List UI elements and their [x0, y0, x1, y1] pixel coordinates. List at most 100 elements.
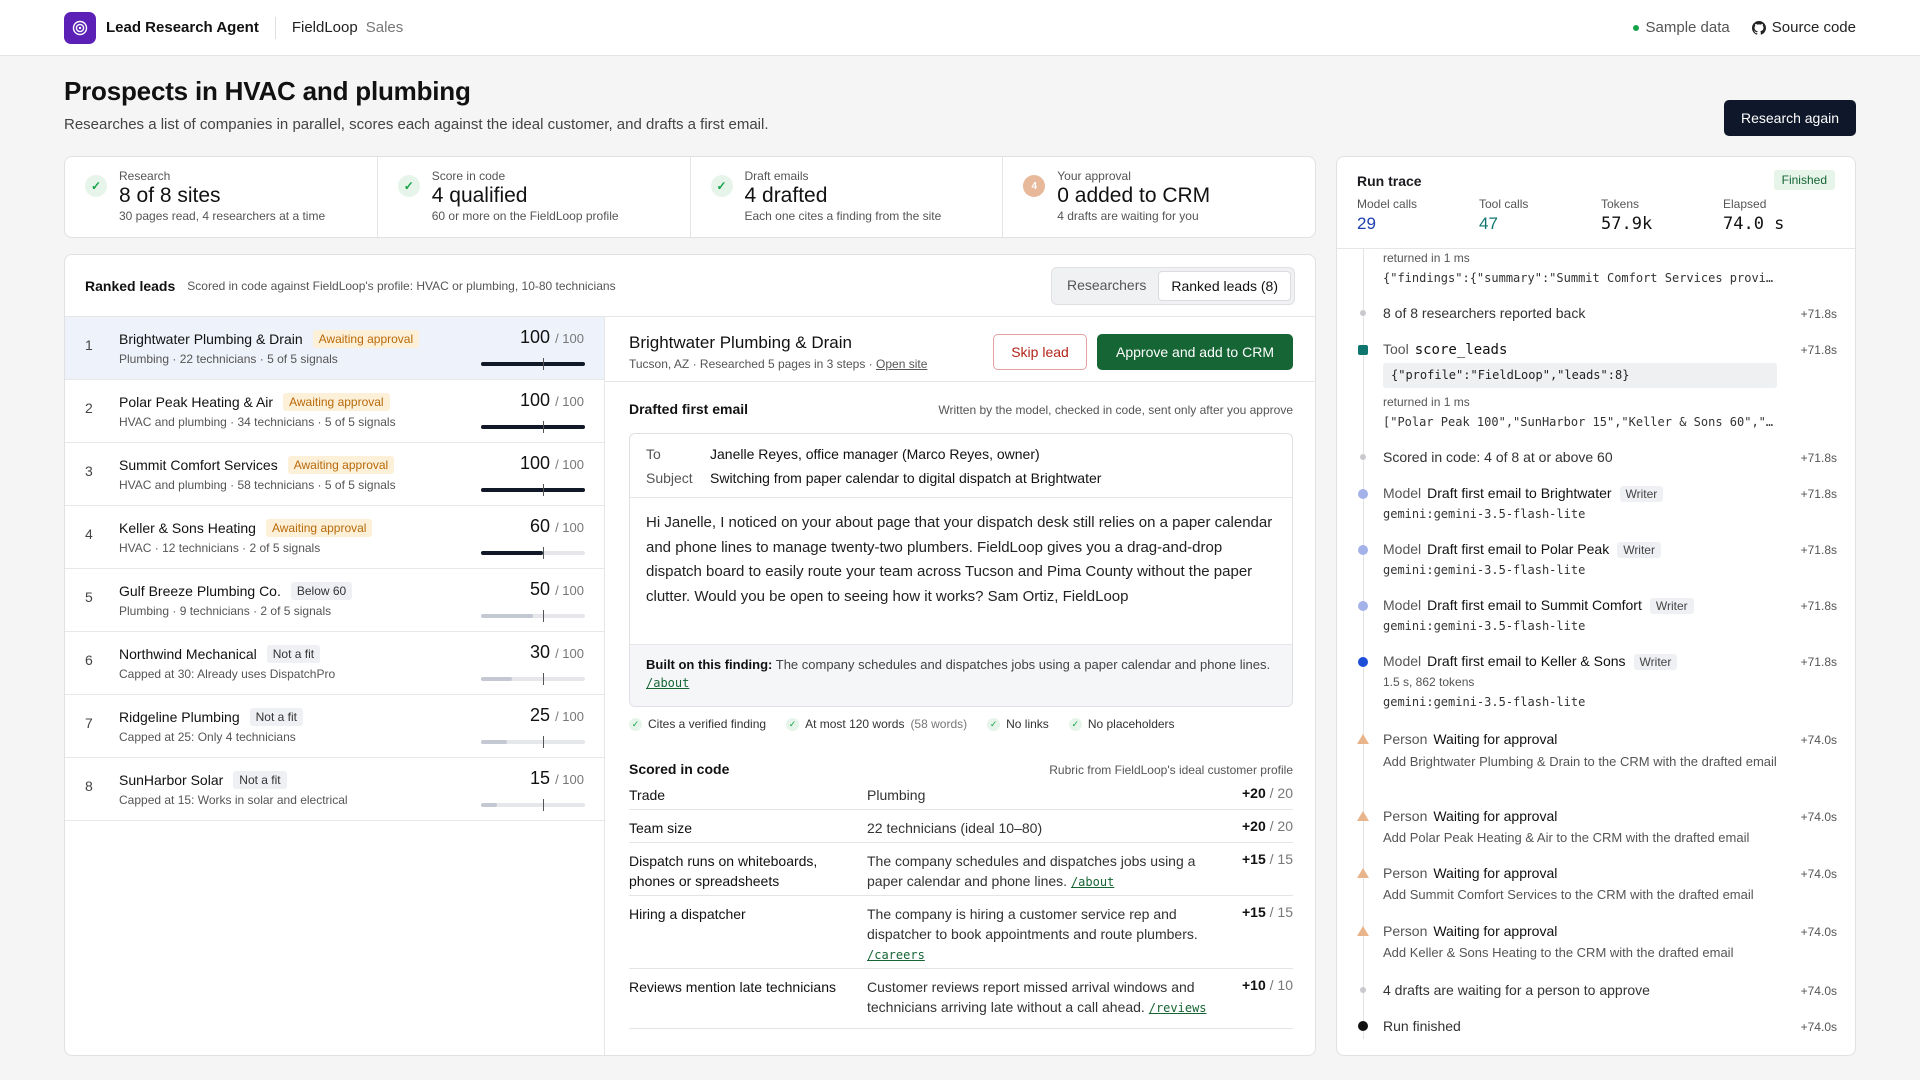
app-name[interactable]: Lead Research Agent [106, 19, 259, 36]
trace-text: Run finished [1383, 1018, 1461, 1034]
finding-link[interactable]: /about [646, 676, 689, 690]
lead-name: Brightwater Plumbing & Drain [629, 333, 852, 352]
lead-row[interactable]: 1 Brightwater Plumbing & Drain Awaiting a… [65, 317, 604, 380]
status-badge: Awaiting approval [312, 330, 420, 348]
person-triangle-icon [1357, 734, 1369, 744]
stat-label: Draft emails [744, 169, 809, 183]
evidence-link[interactable]: /careers [867, 948, 925, 962]
lead-meta: HVAC and plumbing · 34 technicians · 5 o… [119, 415, 396, 429]
check-verified: ✓ Cites a verified finding [629, 717, 766, 731]
model-dot-icon [1358, 545, 1368, 555]
score-max: / 100 [555, 331, 584, 346]
lead-name-line: Northwind Mechanical Not a fit [119, 645, 321, 663]
tab-researchers[interactable]: Researchers [1055, 271, 1158, 301]
score-bar [481, 547, 585, 559]
score-max: / 100 [555, 457, 584, 472]
lead-name-line: Summit Comfort Services Awaiting approval [119, 456, 395, 474]
trace-text: Model Draft first email to Keller & Sons W… [1383, 653, 1678, 670]
tab-ranked-leads[interactable]: Ranked leads (8) [1158, 270, 1291, 301]
check-label: No links [1006, 717, 1049, 731]
org-name: FieldLoop [291, 19, 358, 36]
lead-score: 100 / 100 [520, 390, 584, 411]
score-value: 30 [530, 642, 551, 662]
score-bar-fill [481, 362, 585, 366]
evidence-text: The company schedules and dispatches job… [867, 853, 1196, 889]
divider [274, 16, 276, 39]
lead-meta: HVAC and plumbing · 58 technicians · 5 o… [119, 478, 396, 492]
trace-time: +71.8s [1800, 487, 1837, 501]
lead-score: 100 / 100 [520, 327, 584, 348]
open-site-link[interactable]: Open site [876, 357, 927, 371]
lead-row[interactable]: 7 Ridgeline Plumbing Not a fit Capped at … [65, 695, 604, 758]
rubric-row: Reviews mention late technicians Custome… [629, 969, 1293, 1029]
evidence-link[interactable]: /about [1071, 875, 1114, 889]
view-switch: Researchers Ranked leads (8) [1051, 266, 1295, 305]
lead-name-line: Ridgeline Plumbing Not a fit [119, 708, 303, 726]
app-logo-icon[interactable] [64, 11, 96, 44]
tool-returned: returned in 1 ms [1383, 395, 1470, 409]
evidence-text: 22 technicians (ideal 10–80) [867, 820, 1043, 836]
subject-value: Switching from paper calendar to digital… [710, 470, 1102, 486]
criterion-evidence: 22 technicians (ideal 10–80) [867, 818, 1217, 838]
status-badge: Awaiting approval [265, 519, 373, 537]
trace-text: 8 of 8 researchers reported back [1383, 305, 1586, 321]
step-number-icon: 4 [1023, 175, 1046, 197]
rubric-row: Trade Plumbing +20 / 20 [629, 777, 1293, 810]
evidence-link[interactable]: /reviews [1149, 1001, 1207, 1015]
lead-name: Gulf Breeze Plumbing Co. [119, 583, 281, 599]
panel-title: Ranked leads [85, 277, 176, 294]
trace-time: +74.0s [1800, 925, 1837, 939]
lead-rank: 6 [85, 652, 93, 668]
trace-time: +71.8s [1800, 451, 1837, 465]
score-bar-fill [481, 803, 497, 807]
lead-score: 15 / 100 [530, 768, 584, 789]
trace-text: Person Waiting for approval [1383, 865, 1557, 881]
lead-row[interactable]: 3 Summit Comfort Services Awaiting approv… [65, 443, 604, 506]
top-bar: Lead Research Agent FieldLoop Sales Samp… [0, 0, 1920, 56]
points-earned: +20 [1242, 818, 1266, 834]
research-again-button[interactable]: Research again [1724, 100, 1856, 136]
metric-tokens: Tokens 57.9k [1601, 197, 1723, 234]
word-count: (58 words) [910, 717, 968, 731]
lead-row[interactable]: 6 Northwind Mechanical Not a fit Capped a… [65, 632, 604, 695]
person-description: Add Brightwater Plumbing & Drain to the … [1383, 754, 1777, 769]
lead-name: Summit Comfort Services [119, 457, 278, 473]
lead-row[interactable]: 2 Polar Peak Heating & Air Awaiting appro… [65, 380, 604, 443]
stat-note: 4 drafts are waiting for you [1057, 209, 1199, 223]
role-badge: Writer [1619, 486, 1664, 502]
stat-note: 30 pages read, 4 researchers at a time [119, 209, 326, 223]
check-icon: ✓ [1068, 717, 1082, 731]
lead-name: Ridgeline Plumbing [119, 709, 240, 725]
lead-row[interactable]: 4 Keller & Sons Heating Awaiting approval… [65, 506, 604, 569]
trace-timeline[interactable]: returned in 1 ms {"findings":{"summary":… [1337, 249, 1855, 1055]
lead-row[interactable]: 5 Gulf Breeze Plumbing Co. Below 60 Plumb… [65, 569, 604, 632]
criterion-name: Trade [629, 787, 666, 803]
status-badge: Not a fit [249, 708, 303, 726]
run-trace-panel: Run trace Finished Model calls 29 Tool ca… [1336, 156, 1856, 1056]
drafted-email: To Janelle Reyes, office manager (Marco … [629, 433, 1293, 707]
lead-meta: HVAC · 12 technicians · 2 of 5 signals [119, 541, 321, 555]
approve-button[interactable]: Approve and add to CRM [1097, 334, 1293, 370]
threshold-tick [543, 547, 544, 559]
source-code-link[interactable]: Source code [1751, 19, 1856, 36]
ranked-leads-panel: Ranked leads Scored in code against Fiel… [64, 254, 1316, 1056]
metric-tool-calls: Tool calls 47 [1479, 197, 1601, 234]
score-bar [481, 610, 585, 622]
trace-text: Model Draft first email to Summit Comfort… [1383, 597, 1694, 614]
metric-model-calls: Model calls 29 [1357, 197, 1479, 234]
score-value: 100 [520, 327, 551, 347]
skip-lead-button[interactable]: Skip lead [993, 334, 1087, 370]
lead-row[interactable]: 8 SunHarbor Solar Not a fit Capped at 15:… [65, 758, 604, 821]
role-badge: Writer [1617, 542, 1661, 558]
event-dot-icon [1360, 310, 1366, 316]
score-bar [481, 484, 585, 496]
lead-rank: 5 [85, 589, 93, 605]
threshold-tick [543, 484, 544, 496]
score-bar-fill [481, 677, 513, 681]
trace-text: Person Waiting for approval [1383, 731, 1557, 747]
score-value: 50 [530, 579, 551, 599]
score-value: 25 [530, 705, 551, 725]
lead-rank: 3 [85, 463, 93, 479]
points-earned: +10 [1242, 977, 1266, 993]
stat-value: 4 drafted [744, 184, 828, 207]
